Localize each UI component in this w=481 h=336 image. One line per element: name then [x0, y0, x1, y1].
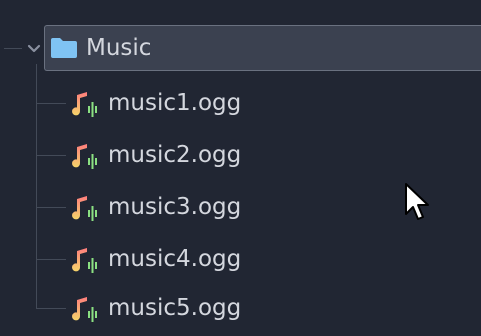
tree-file-item[interactable]: music2.ogg — [0, 131, 481, 179]
audio-file-icon — [72, 144, 97, 169]
file-label: music5.ogg — [108, 295, 242, 321]
chevron-down-icon[interactable] — [26, 40, 42, 56]
file-system-panel: Music music1.ogg music2.ogg music3.ogg m… — [0, 0, 481, 336]
tree-file-item[interactable]: music5.ogg — [0, 284, 481, 332]
audio-file-icon — [72, 297, 97, 322]
file-label: music1.ogg — [108, 90, 242, 116]
file-label: music4.ogg — [108, 246, 242, 272]
folder-icon — [51, 38, 77, 58]
mouse-pointer-icon — [405, 183, 429, 220]
audio-file-icon — [72, 196, 97, 221]
audio-file-icon — [72, 92, 97, 117]
folder-label: Music — [86, 35, 152, 61]
tree-file-item[interactable]: music4.ogg — [0, 235, 481, 283]
tree-file-item[interactable]: music1.ogg — [0, 79, 481, 127]
tree-folder-music[interactable]: Music — [0, 24, 481, 72]
audio-file-icon — [72, 248, 97, 273]
file-label: music2.ogg — [108, 142, 242, 168]
file-label: music3.ogg — [108, 194, 242, 220]
